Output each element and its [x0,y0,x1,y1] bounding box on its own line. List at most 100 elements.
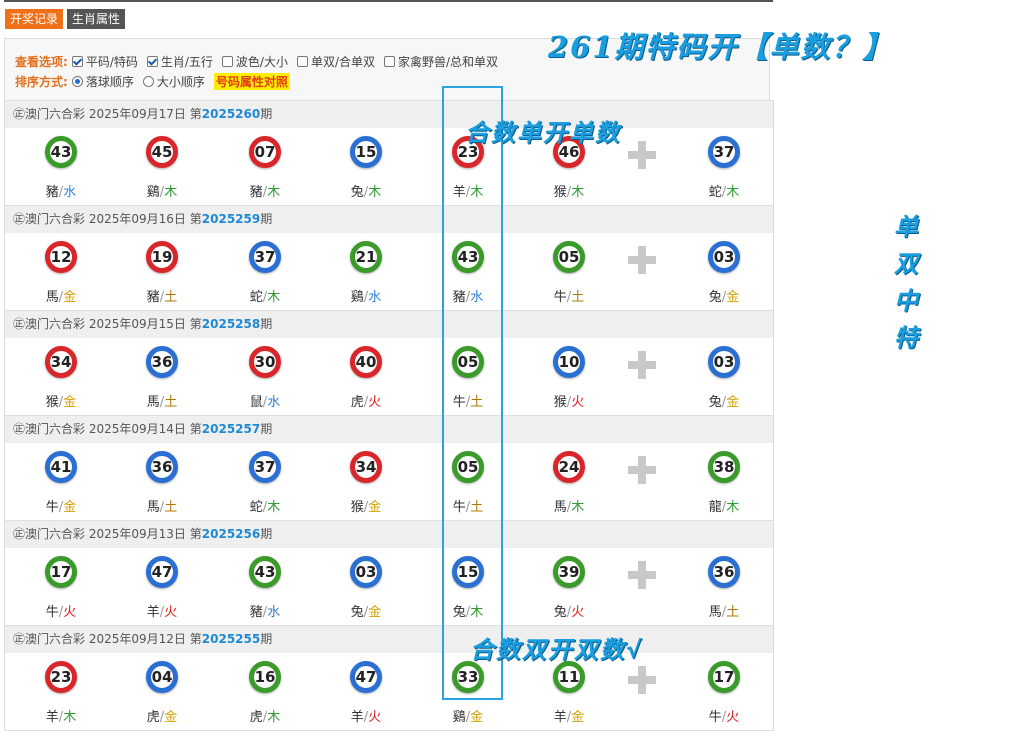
zodiac-label: 牛 [708,710,722,725]
element-label: 火 [571,605,585,620]
view-option-checkbox[interactable]: 波色/大小 [221,53,288,70]
zodiac-label: 鷄 [452,710,466,725]
view-option-checkbox[interactable]: 生肖/五行 [146,53,213,70]
regular-number-cell: 47 羊/火 [111,548,213,625]
zodiac-label: 龍 [708,500,722,515]
zodiac-label: 羊 [553,710,567,725]
view-option-checkbox[interactable]: 平码/特码 [71,53,138,70]
zodiac-element: 羊/金 [518,706,620,725]
tab-zodiac-attributes[interactable]: 生肖属性 [67,9,126,29]
checkbox-icon[interactable] [221,56,233,67]
view-option-checkbox[interactable]: 家禽野兽/总和单双 [384,53,498,70]
zodiac-element: 牛/金 [10,496,112,515]
regular-number-cell: 10 猴/火 [518,338,620,415]
number-ball: 10 [553,346,585,378]
view-options-row: 查看选项: 平码/特码 生肖/五行 波色/大小 单双/合单双 家禽野兽/总和单双 [15,53,507,70]
zodiac-element: 蛇/木 [673,181,775,200]
element-label: 金 [470,710,484,725]
element-label: 火 [368,395,382,410]
element-label: 水 [368,290,382,305]
side-annotation-char: 单 [894,212,920,241]
special-number-cell: 38 龍/木 [673,443,775,520]
zodiac-element: 蛇/木 [214,496,316,515]
sort-option-radio[interactable]: 大小顺序 [142,73,205,90]
zodiac-label: 兔 [350,605,364,620]
special-number-cell: 03 兔/金 [673,338,775,415]
regular-number-cell: 21 鷄/水 [315,233,417,310]
zodiac-label: 馬 [45,290,59,305]
side-annotation-char: 双 [894,249,920,278]
zodiac-label: 猴 [553,395,567,410]
element-label: 木 [726,185,740,200]
element-label: 木 [571,185,585,200]
regular-number-cell: 23 羊/木 [10,653,112,730]
draw-header: ㊣澳门六合彩 2025年09月17日 第2025260期 [5,101,773,128]
ball-number: 12 [50,248,72,266]
view-option-checkbox[interactable]: 单双/合单双 [296,53,375,70]
element-label: 木 [267,290,281,305]
zodiac-label: 馬 [146,395,160,410]
tab-draw-records[interactable]: 开奖记录 [5,9,64,29]
regular-number-cell: 04 虎/金 [111,653,213,730]
checkbox-icon[interactable] [71,56,83,67]
annotation-side-text: 单双中特 [890,208,924,356]
zodiac-element: 牛/火 [673,706,775,725]
element-label: 水 [63,185,77,200]
ball-number: 03 [713,353,735,371]
plus-icon [628,666,656,694]
zodiac-element: 豬/水 [10,181,112,200]
zodiac-element: 龍/木 [673,496,775,515]
zodiac-label: 蛇 [708,185,722,200]
period-prefix: 第 [189,527,202,541]
draw-header: ㊣澳门六合彩 2025年09月15日 第2025258期 [5,311,773,338]
zodiac-element: 兔/金 [315,601,417,620]
sort-option-radio[interactable]: 落球顺序 [71,73,134,90]
zodiac-label: 羊 [146,605,160,620]
ball-number: 07 [254,143,276,161]
ball-number: 34 [50,353,72,371]
sort-option-label: 大小顺序 [156,75,205,89]
zodiac-element: 鷄/木 [111,181,213,200]
ball-number: 37 [254,248,276,266]
period-suffix: 期 [260,212,273,226]
zodiac-label: 猴 [350,500,364,515]
zodiac-label: 牛 [45,500,59,515]
zodiac-element: 牛/火 [10,601,112,620]
zodiac-element: 虎/金 [111,706,213,725]
ball-number: 37 [713,143,735,161]
number-ball: 16 [249,661,281,693]
radio-icon[interactable] [142,76,154,87]
number-ball: 37 [249,451,281,483]
number-ball: 37 [249,241,281,273]
zodiac-element: 豬/木 [214,181,316,200]
ball-number: 03 [355,563,377,581]
zodiac-label: 虎 [146,710,160,725]
checkbox-icon[interactable] [296,56,308,67]
period-suffix: 期 [260,422,273,436]
ball-number: 39 [558,563,580,581]
ball-number: 41 [50,458,72,476]
element-label: 金 [368,605,382,620]
regular-number-cell: 36 馬/土 [111,338,213,415]
draw-balls: 43 豬/水 45 鷄/木 07 豬/木 15 兔/木 23 羊/木 46 猴/木 37 蛇/木 [5,128,773,205]
element-label: 火 [368,710,382,725]
number-ball: 36 [708,556,740,588]
number-ball: 07 [249,136,281,168]
zodiac-element: 兔/金 [673,391,775,410]
zodiac-label: 羊 [350,710,364,725]
checkbox-icon[interactable] [146,56,158,67]
number-ball: 36 [146,451,178,483]
attribute-table-link[interactable]: 号码属性对照 [213,73,290,90]
draw-date: 2025年09月17日 [88,107,186,121]
plus-icon [628,246,656,274]
zodiac-label: 兔 [553,605,567,620]
radio-icon[interactable] [71,76,83,87]
zodiac-element: 蛇/木 [214,286,316,305]
element-label: 土 [726,605,740,620]
ball-number: 16 [254,668,276,686]
period-number: 2025258 [201,317,261,331]
number-ball: 43 [249,556,281,588]
zodiac-label: 鼠 [249,395,263,410]
zodiac-element: 鷄/金 [417,706,519,725]
checkbox-icon[interactable] [384,56,395,67]
